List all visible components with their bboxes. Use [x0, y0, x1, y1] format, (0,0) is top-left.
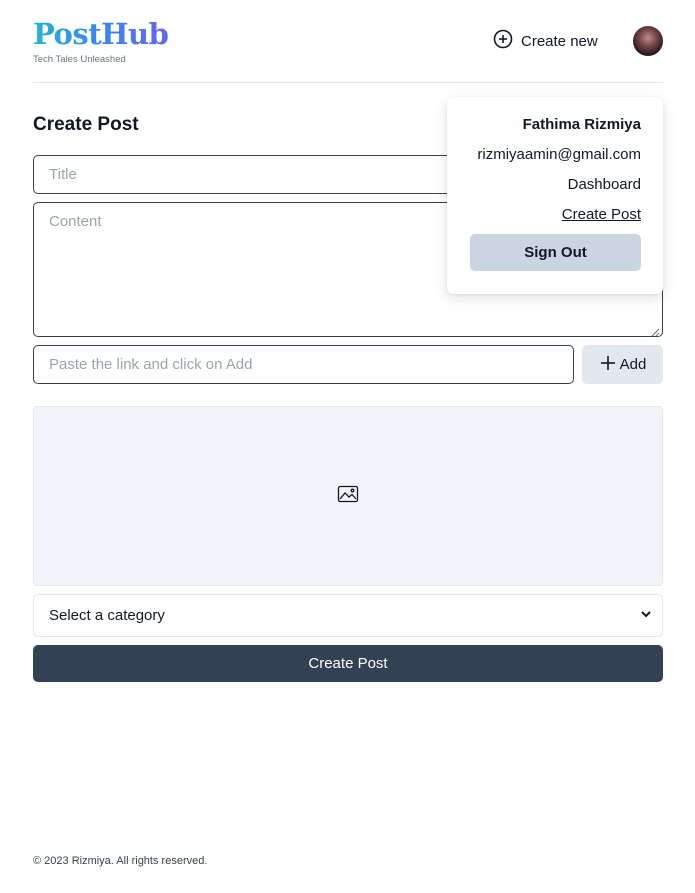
content-placeholder: Content — [49, 213, 102, 230]
user-name: Fathima Rizmiya — [522, 116, 641, 133]
image-link-input[interactable]: Paste the link and click on Add — [33, 345, 574, 384]
image-icon — [337, 485, 359, 508]
logo[interactable]: PostHub Tech Tales Unleashed — [33, 16, 169, 65]
plus-icon — [599, 354, 617, 376]
resize-handle-icon[interactable] — [650, 324, 660, 337]
page-title: Create Post — [33, 114, 139, 135]
add-link-button[interactable]: Add — [582, 345, 663, 384]
user-avatar[interactable] — [633, 26, 663, 56]
sign-out-button[interactable]: Sign Out — [470, 234, 641, 271]
image-link-placeholder: Paste the link and click on Add — [49, 356, 253, 373]
user-menu: Fathima Rizmiya rizmiyaamin@gmail.com Da… — [447, 97, 663, 294]
image-preview-area — [33, 406, 663, 586]
create-new-link[interactable]: Create new — [493, 29, 598, 53]
footer-copyright: © 2023 Rizmiya. All rights reserved. — [33, 855, 208, 867]
user-email: rizmiyaamin@gmail.com — [477, 146, 641, 163]
page: PostHub Tech Tales Unleashed Create new … — [0, 0, 695, 893]
create-post-button[interactable]: Create Post — [33, 645, 663, 682]
plus-circle-icon — [493, 29, 513, 53]
chevron-down-icon — [640, 607, 652, 624]
category-select[interactable]: Select a category — [33, 594, 663, 637]
header: PostHub Tech Tales Unleashed Create new — [33, 0, 663, 83]
logo-tagline: Tech Tales Unleashed — [33, 54, 126, 65]
menu-item-dashboard[interactable]: Dashboard — [568, 176, 641, 193]
create-new-label: Create new — [521, 32, 598, 50]
category-selected-value: Select a category — [49, 607, 165, 624]
menu-item-create-post[interactable]: Create Post — [562, 206, 641, 223]
logo-title: PostHub — [33, 17, 169, 51]
add-link-label: Add — [619, 356, 647, 373]
title-placeholder: Title — [49, 166, 77, 183]
